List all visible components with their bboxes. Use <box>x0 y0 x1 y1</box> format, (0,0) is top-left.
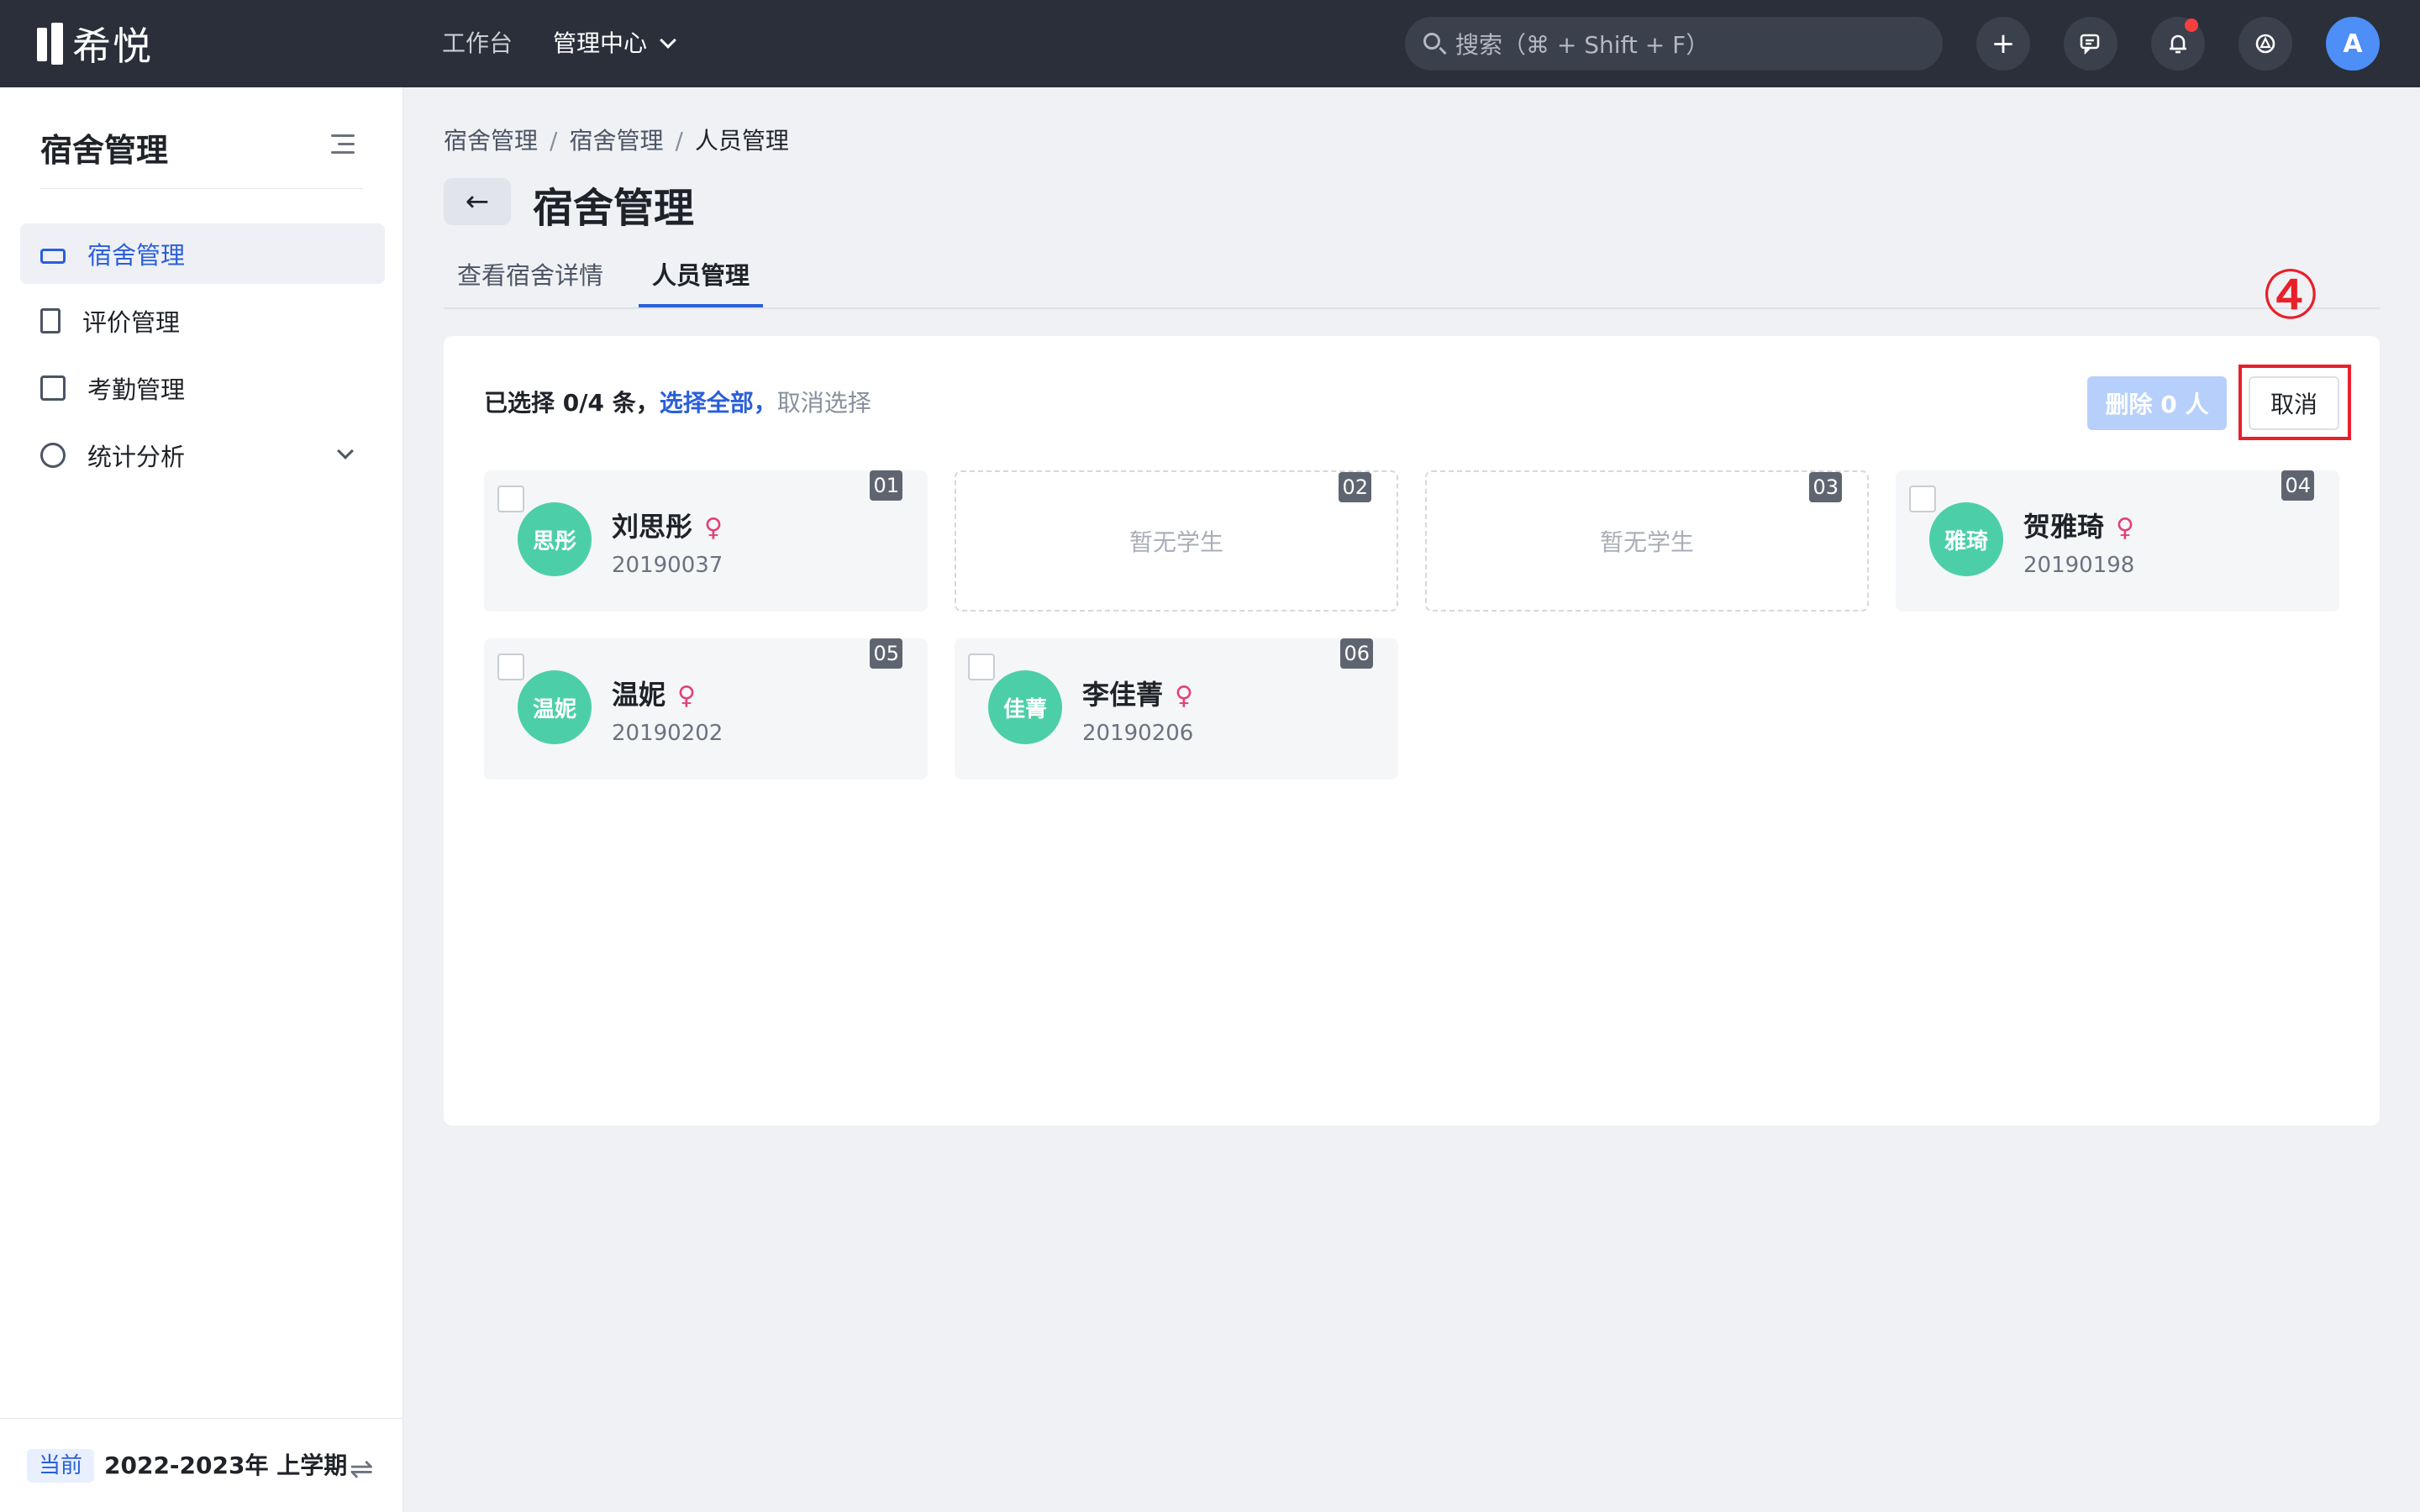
nav-admin-center-label: 管理中心 <box>553 29 648 57</box>
sidebar-divider <box>40 188 363 189</box>
sidebar-item-evaluation[interactable]: 评价管理 <box>20 291 385 351</box>
collapse-sidebar-icon[interactable] <box>331 134 355 155</box>
breadcrumb-separator: / <box>550 127 558 155</box>
plus-icon: + <box>1991 27 2016 60</box>
sidebar-title: 宿舍管理 <box>40 132 169 169</box>
compass-icon <box>2255 34 2275 54</box>
bed-number: 01 <box>870 470 902 501</box>
breadcrumb-separator: / <box>675 127 683 155</box>
avatar: 雅琦 <box>1929 502 2003 576</box>
annotation-step-number: ④ <box>2260 256 2321 334</box>
add-button[interactable]: + <box>1976 17 2030 71</box>
clear-selection-link[interactable]: 取消选择 <box>777 389 871 417</box>
student-id: 20190198 <box>2023 553 2135 578</box>
top-bar: 希悦 工作台 管理中心 搜索（⌘ + Shift + F） + A <box>0 0 2420 87</box>
messages-button[interactable] <box>2064 17 2118 71</box>
arrow-left-icon: ← <box>465 185 490 218</box>
select-checkbox[interactable] <box>497 486 524 512</box>
student-id: 20190206 <box>1082 721 1194 746</box>
calendar-icon <box>40 375 66 401</box>
bed-card[interactable]: 06 佳菁 李佳菁 ♀ 20190206 <box>955 638 1398 780</box>
bed-icon <box>40 249 66 264</box>
search-placeholder: 搜索（⌘ + Shift + F） <box>1455 31 1710 59</box>
bed-number: 05 <box>870 638 902 669</box>
student-name-row: 贺雅琦 ♀ <box>2023 506 2134 544</box>
tab-personnel-management[interactable]: 人员管理 <box>639 255 764 307</box>
sidebar-item-label: 统计分析 <box>87 443 186 471</box>
female-icon: ♀ <box>1175 681 1193 711</box>
annotation-highlight-box <box>2238 365 2351 440</box>
pie-chart-icon <box>40 443 66 468</box>
back-button[interactable]: ← <box>444 178 511 225</box>
bed-number: 04 <box>2281 470 2314 501</box>
bed-card[interactable]: 04 雅琦 贺雅琦 ♀ 20190198 <box>1896 470 2339 612</box>
student-name-row: 李佳菁 ♀ <box>1082 674 1193 712</box>
student-name: 刘思彤 <box>612 511 693 543</box>
sidebar: 宿舍管理 宿舍管理 评价管理 考勤管理 统计分析 当前 2022-2023年 上… <box>0 87 403 1512</box>
page-title: 宿舍管理 <box>533 185 695 232</box>
select-checkbox[interactable] <box>968 654 995 680</box>
sidebar-item-label: 宿舍管理 <box>87 241 186 270</box>
notifications-button[interactable] <box>2151 17 2205 71</box>
delete-button[interactable]: 删除 0 人 <box>2087 376 2227 430</box>
nav-workbench[interactable]: 工作台 <box>442 25 513 62</box>
student-name: 贺雅琦 <box>2023 511 2105 543</box>
tab-bar: 查看宿舍详情 人员管理 <box>444 249 2380 309</box>
student-id: 20190202 <box>612 721 723 746</box>
breadcrumb-current: 人员管理 <box>694 127 789 155</box>
female-icon: ♀ <box>677 681 696 711</box>
bed-card-empty: 03 暂无学生 <box>1425 470 1869 612</box>
app-logo[interactable]: 希悦 <box>37 20 153 69</box>
notification-dot <box>2185 18 2198 32</box>
breadcrumb-item[interactable]: 宿舍管理 <box>444 127 538 155</box>
current-term-badge: 当前 <box>27 1449 95 1483</box>
chat-icon <box>2080 34 2100 55</box>
bed-card-empty: 02 暂无学生 <box>955 470 1398 612</box>
bed-card[interactable]: 05 温妮 温妮 ♀ 20190202 <box>484 638 928 780</box>
bell-icon <box>2170 34 2186 54</box>
logo-text: 希悦 <box>72 24 153 69</box>
chevron-down-icon <box>337 443 354 459</box>
female-icon: ♀ <box>704 513 723 543</box>
current-term: 2022-2023年 上学期 <box>104 1452 348 1479</box>
search-icon <box>1422 31 1447 56</box>
user-avatar[interactable]: A <box>2326 17 2380 71</box>
select-checkbox[interactable] <box>1909 486 1936 512</box>
search-input[interactable]: 搜索（⌘ + Shift + F） <box>1405 17 1943 71</box>
switch-term-icon[interactable]: ⇌ <box>350 1452 374 1486</box>
help-button[interactable] <box>2238 17 2292 71</box>
bed-number: 06 <box>1340 638 1373 669</box>
student-name-row: 刘思彤 ♀ <box>612 506 723 544</box>
logo-icon <box>37 23 66 65</box>
selection-summary: 已选择 0/4 条，选择全部，取消选择 <box>484 385 871 418</box>
sidebar-item-label: 评价管理 <box>82 308 181 337</box>
breadcrumb-item[interactable]: 宿舍管理 <box>569 127 663 155</box>
select-checkbox[interactable] <box>497 654 524 680</box>
avatar: 佳菁 <box>988 670 1062 744</box>
document-icon <box>40 308 60 333</box>
empty-bed-text: 暂无学生 <box>1599 528 1694 556</box>
chevron-down-icon <box>660 32 676 49</box>
avatar: 思彤 <box>518 502 592 576</box>
student-name-row: 温妮 ♀ <box>612 674 696 712</box>
bed-card[interactable]: 01 思彤 刘思彤 ♀ 20190037 <box>484 470 928 612</box>
breadcrumb: 宿舍管理 / 宿舍管理 / 人员管理 <box>444 123 789 156</box>
term-selector: 当前 2022-2023年 上学期 ⇌ <box>0 1418 403 1512</box>
student-id: 20190037 <box>612 553 723 578</box>
empty-bed-text: 暂无学生 <box>1128 528 1223 556</box>
avatar: 温妮 <box>518 670 592 744</box>
select-all-link[interactable]: 选择全部， <box>660 389 777 417</box>
nav-admin-center[interactable]: 管理中心 <box>553 25 676 62</box>
female-icon: ♀ <box>2116 513 2134 543</box>
tab-dorm-details[interactable]: 查看宿舍详情 <box>444 255 617 307</box>
student-name: 李佳菁 <box>1082 679 1164 711</box>
sidebar-item-dorm-management[interactable]: 宿舍管理 <box>20 223 385 284</box>
sidebar-item-label: 考勤管理 <box>87 375 186 404</box>
sidebar-item-attendance[interactable]: 考勤管理 <box>20 358 385 418</box>
student-name: 温妮 <box>612 679 666 711</box>
selection-count: 已选择 0/4 条， <box>484 389 660 417</box>
sidebar-item-statistics[interactable]: 统计分析 <box>20 425 385 486</box>
personnel-card: 已选择 0/4 条，选择全部，取消选择 删除 0 人 取消 ④ 01 思彤 刘思… <box>444 262 2380 1126</box>
